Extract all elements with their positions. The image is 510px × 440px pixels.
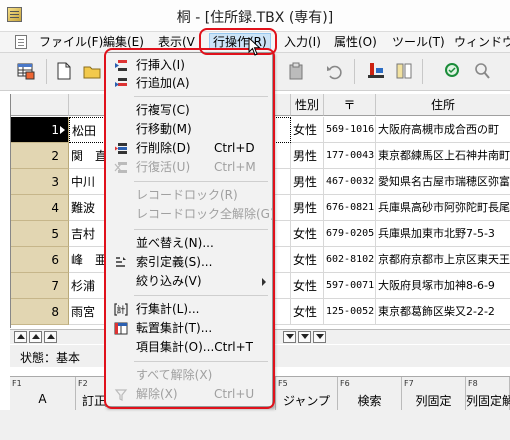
address-cell[interactable]: 東京都葛飾区柴又2-2-2 (376, 299, 510, 325)
gender-cell[interactable]: 男性 (291, 143, 324, 169)
row-header[interactable]: 7 (11, 273, 69, 299)
document-icon[interactable] (15, 35, 27, 49)
address-cell[interactable]: 京都府京都市上京区東天王 (376, 247, 510, 273)
zip-cell[interactable]: 602-8102 (324, 247, 376, 273)
zip-cell[interactable]: 679-0205 (324, 221, 376, 247)
search-icon (445, 63, 459, 77)
undo-icon (327, 65, 342, 80)
row-header[interactable]: 3 (11, 169, 69, 195)
menu-input[interactable]: 入力(I) (281, 34, 324, 51)
undo-button[interactable] (322, 59, 346, 83)
menu-window[interactable]: ウィンドウ(W (451, 34, 510, 51)
zip-cell[interactable]: 569-1016 (324, 117, 376, 143)
gender-cell[interactable]: 女性 (291, 221, 324, 247)
prev-record-button[interactable] (44, 331, 57, 343)
last-record-button[interactable] (313, 331, 326, 343)
table-view-icon (17, 63, 35, 80)
open-folder-button[interactable] (80, 59, 104, 83)
address-cell[interactable]: 大阪府高槻市成合西の町 (376, 117, 510, 143)
zip-cell[interactable]: 597-0071 (324, 273, 376, 299)
zoom-button[interactable] (470, 59, 494, 83)
scroll-up-small-icon (47, 334, 55, 339)
window-title: 桐 - [住所録.TBX (専有)] (176, 10, 334, 26)
fkey-f6[interactable]: F6 検索 (338, 377, 402, 411)
row-header[interactable]: 2 (11, 143, 69, 169)
fkey-f8[interactable]: F8 列固定解 (466, 377, 510, 411)
row-header[interactable]: 6 (11, 247, 69, 273)
paste-icon (289, 62, 303, 80)
row-header-corner (11, 94, 69, 116)
dropdown-highlight-annotation (104, 48, 275, 409)
new-file-icon (57, 62, 71, 80)
scroll-up-icon (32, 334, 40, 339)
zip-cell[interactable]: 467-0032 (324, 169, 376, 195)
first-record-button[interactable] (14, 331, 27, 343)
menu-attribute[interactable]: 属性(O) (331, 34, 380, 51)
new-file-button[interactable] (52, 59, 76, 83)
gender-cell[interactable]: 女性 (291, 247, 324, 273)
fkey-f1[interactable]: F1 A (10, 377, 76, 411)
gender-cell[interactable]: 男性 (291, 169, 324, 195)
address-cell[interactable]: 兵庫県加東市北野7-5-3 (376, 221, 510, 247)
status-text: 状態：基本 (20, 351, 81, 365)
row-header[interactable]: 5 (11, 221, 69, 247)
scroll-down-small-icon (286, 334, 294, 339)
zip-cell[interactable]: 676-0821 (324, 195, 376, 221)
scroll-bottom-icon (316, 334, 324, 339)
column-icon (396, 63, 412, 79)
gender-cell[interactable]: 男性 (291, 195, 324, 221)
table-view-button[interactable] (14, 59, 38, 83)
scroll-top-icon (17, 334, 25, 339)
gender-cell[interactable]: 女性 (291, 117, 324, 143)
open-folder-icon (83, 66, 101, 79)
row-header[interactable]: 4 (11, 195, 69, 221)
menu-tools[interactable]: ツール(T) (389, 34, 448, 51)
window-bottom-edge (0, 410, 510, 440)
gender-cell[interactable]: 女性 (291, 273, 324, 299)
zoom-icon (475, 63, 490, 79)
paste-button[interactable] (284, 59, 308, 83)
next-record-button[interactable] (283, 331, 296, 343)
next-page-button[interactable] (298, 331, 311, 343)
gender-cell[interactable]: 女性 (291, 299, 324, 325)
address-cell[interactable]: 大阪府貝塚市加神8-6-9 (376, 273, 510, 299)
menu-file[interactable]: ファイル(F) (36, 34, 106, 51)
prev-page-button[interactable] (29, 331, 42, 343)
fkey-f5[interactable]: F5 ジャンプ (276, 377, 338, 411)
address-cell[interactable]: 兵庫県高砂市阿弥陀町長尾 (376, 195, 510, 221)
fkey-f7[interactable]: F7 列固定 (402, 377, 466, 411)
row-format-button[interactable] (364, 59, 388, 83)
address-cell[interactable]: 愛知県名古屋市瑞穂区弥富 (376, 169, 510, 195)
gender-column-header[interactable]: 性別 (291, 94, 324, 116)
row-header[interactable]: 1 (11, 117, 69, 143)
address-column-header[interactable]: 住所 (376, 94, 510, 116)
scroll-down-icon (301, 334, 309, 339)
mouse-pointer-icon (248, 37, 261, 56)
zip-column-header[interactable]: 〒 (324, 94, 376, 116)
row-header[interactable]: 8 (11, 299, 69, 325)
column-button[interactable] (392, 59, 416, 83)
search-button[interactable] (440, 59, 464, 83)
row-format-icon (368, 63, 384, 78)
address-cell[interactable]: 東京都練馬区上石神井南町 (376, 143, 510, 169)
zip-cell[interactable]: 177-0043 (324, 143, 376, 169)
current-row-icon (60, 126, 65, 134)
zip-cell[interactable]: 125-0052 (324, 299, 376, 325)
